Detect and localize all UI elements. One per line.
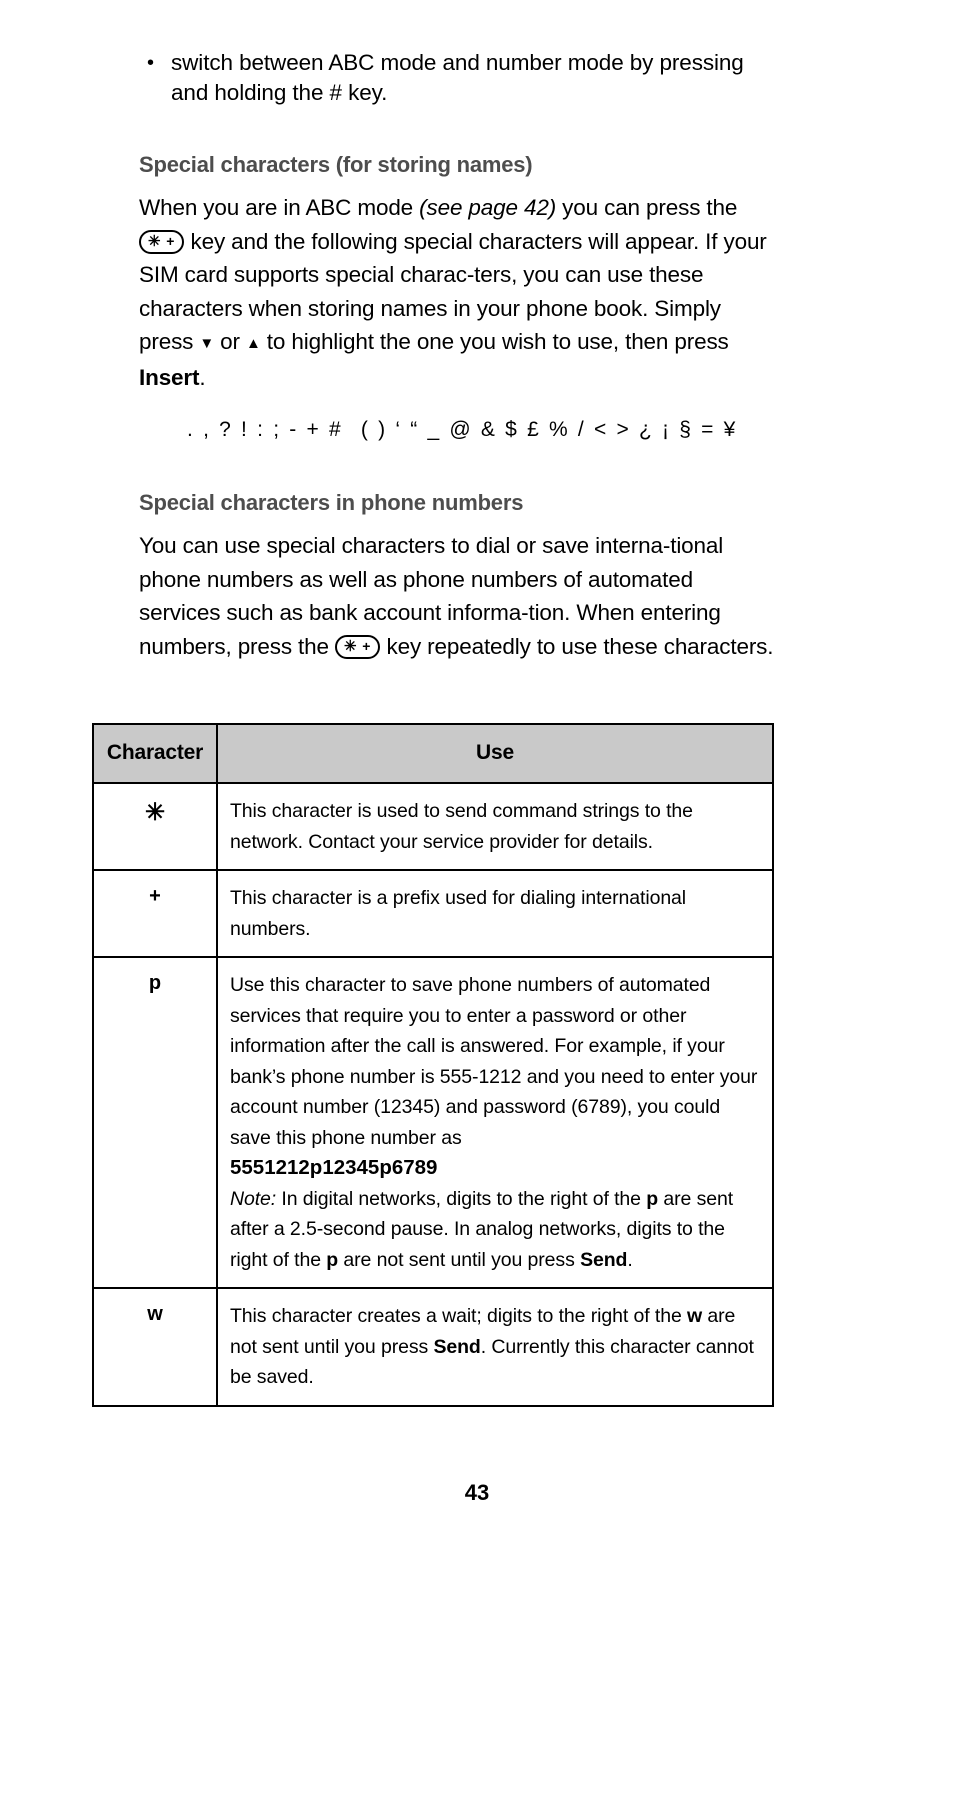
cell-character: p [92,956,218,1289]
bullet-list: • switch between ABC mode and number mode… [139,48,779,108]
asterisk-character: ✳ [144,799,166,826]
para-bold-insert: Insert [139,364,200,390]
note-label: Note: [230,1187,277,1210]
asterisk-glyph: ✳ [148,232,162,250]
table-row: w This character creates a wait; digits … [92,1287,774,1407]
cell-use: Use this character to save phone numbers… [216,956,774,1289]
paragraph-storing-names: When you are in ABC mode (see page 42) y… [139,191,779,394]
cell-use-text: This character is a prefix used for dial… [230,887,687,940]
manual-page: • switch between ABC mode and number mode… [0,0,954,1803]
cell-bold-w: w [687,1305,703,1327]
para-text-part5: to highlight the one you wish to use, th… [260,329,729,354]
cell-use-text-part1: Use this character to save phone numbers… [230,974,758,1149]
table-header-row: Character Use [92,723,774,784]
character-use-table-wrapper: Character Use ✳ This character is used t… [92,723,774,1407]
para-text-part2: you can press the [556,195,738,220]
star-plus-key-icon: ✳ + [139,229,185,254]
plus-glyph: + [362,637,372,654]
para-text-part1: When you are in ABC mode [139,195,420,220]
note-text-part1: In digital networks, digits to the right… [276,1187,647,1210]
list-item-text: switch between ABC mode and number mode … [171,50,744,105]
cell-bold-send: Send [433,1335,481,1358]
table-body: ✳ This character is used to send command… [92,782,774,1407]
character-use-table: Character Use ✳ This character is used t… [92,723,774,1407]
note-bold-send: Send [580,1248,628,1271]
column-header-use: Use [216,723,774,784]
cell-character: w [92,1287,218,1407]
heading-special-characters-phone-numbers: Special characters in phone numbers [139,490,524,515]
page-number: 43 [464,1480,490,1505]
example-phone-number: 5551212p12345p6789 [230,1156,438,1179]
special-characters-group-1: . , ? ! : ; - + # [187,418,343,441]
para-text-part4: or [214,329,246,354]
plus-glyph: + [166,232,176,249]
cell-character: ✳ [92,782,218,871]
asterisk-glyph: ✳ [344,637,358,655]
cell-character: + [92,869,218,958]
arrow-down-icon: ▼ [199,335,215,352]
note-text-part4: . [627,1248,633,1271]
special-characters-group-2: ( ) ‘ “ _ @ & $ £ % / < > ¿ ¡ § = ¥ [360,418,738,441]
page-content: • switch between ABC mode and number mode… [139,48,779,663]
cell-use: This character is a prefix used for dial… [216,869,774,958]
cell-use: This character is used to send command s… [216,782,774,871]
special-characters-strip: . , ? ! : ; - + # ( ) ‘ “ _ @ & $ £ % / <… [139,414,779,446]
star-plus-key-icon: ✳ + [335,634,381,659]
table-row: p Use this character to save phone numbe… [92,956,774,1289]
para-text-part6: . [199,364,206,390]
table-row: ✳ This character is used to send command… [92,782,774,871]
table-header: Character Use [92,723,774,784]
para-italic-see-page-42: (see page 42) [419,195,557,220]
cell-use-text-part1: This character creates a wait; digits to… [230,1305,688,1327]
cell-use: This character creates a wait; digits to… [216,1287,774,1407]
cell-use-text: This character is used to send command s… [230,800,693,853]
table-row: + This character is a prefix used for di… [92,869,774,958]
arrow-up-icon: ▲ [246,335,261,352]
note-text-part3: are not sent until you press [338,1248,581,1271]
list-item: • switch between ABC mode and number mode… [139,48,779,108]
para-text-part2: key repeatedly to use these characters. [380,633,774,659]
note-bold-p-1: p [646,1187,659,1210]
column-header-character: Character [92,723,218,784]
paragraph-phone-numbers: You can use special characters to dial o… [139,529,779,663]
note-bold-p-2: p [326,1248,339,1271]
heading-special-characters-storing-names: Special characters (for storing names) [139,152,533,177]
bullet-dot-icon: • [147,52,154,74]
